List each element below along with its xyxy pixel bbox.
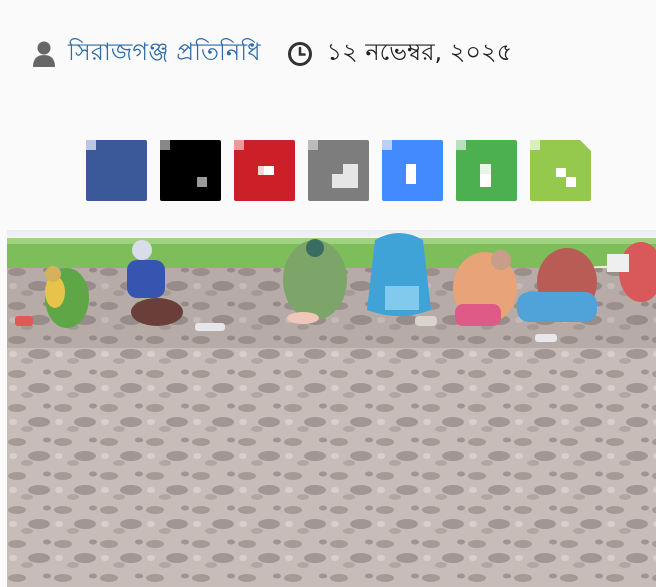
facebook-icon: [86, 140, 96, 150]
share-icon: [530, 140, 591, 187]
share-button[interactable]: [530, 140, 591, 201]
clock-icon: [287, 42, 312, 66]
x-icon: [160, 140, 207, 187]
whatsapp-share-button[interactable]: [456, 140, 517, 201]
email-icon: [308, 140, 358, 188]
messenger-icon: [382, 140, 426, 184]
user-icon: [33, 41, 55, 67]
photo-canvas: [7, 230, 656, 587]
share-buttons-row: [86, 140, 591, 201]
facebook-share-button[interactable]: [86, 140, 147, 201]
messenger-share-button[interactable]: [382, 140, 443, 201]
field-workers-photo: [7, 230, 656, 587]
whatsapp-icon: [456, 140, 491, 187]
author-link[interactable]: সিরাজগঞ্জ প্রতিনিধি: [68, 34, 261, 74]
pinterest-share-button[interactable]: [234, 140, 295, 201]
pinterest-icon: [234, 140, 274, 175]
email-share-button[interactable]: [308, 140, 369, 201]
publish-date: ১২ নভেম্বর, ২০২৫: [326, 38, 513, 66]
x-share-button[interactable]: [160, 140, 221, 201]
article-meta: সিরাজগঞ্জ প্রতিনিধি ১২ নভেম্বর, ২০২৫: [32, 34, 512, 74]
